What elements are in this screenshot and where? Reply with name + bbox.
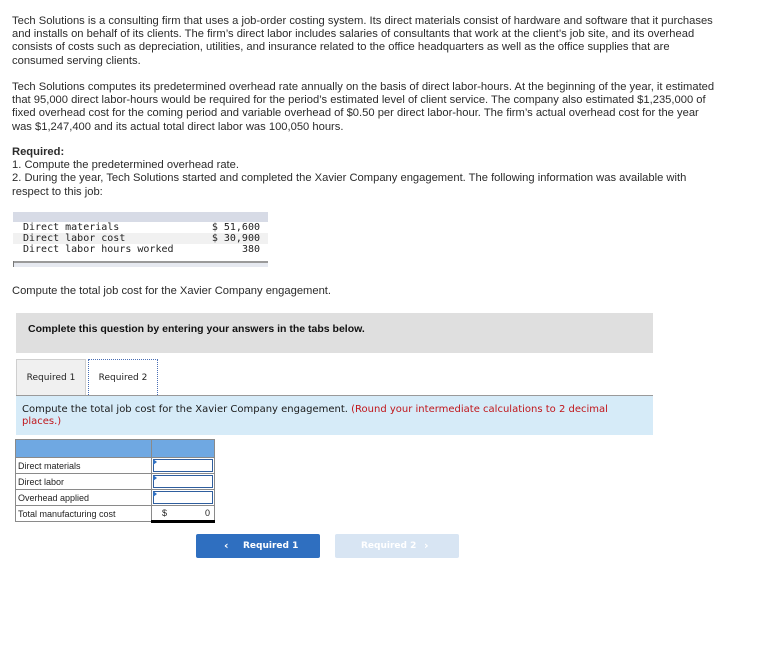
banner-text: Complete this question by entering your …	[28, 323, 365, 335]
instruction-text: Compute the total job cost for the Xavie…	[22, 404, 348, 415]
tab-label: Required 2	[98, 373, 148, 383]
given-value: 380	[241, 244, 260, 255]
given-label: Direct labor hours worked	[23, 244, 174, 255]
chevron-left-icon: ‹	[224, 539, 229, 552]
given-label: Direct labor cost	[13, 233, 197, 244]
button-label: Required 1	[243, 541, 299, 551]
row-label: Overhead applied	[15, 489, 152, 506]
direct-labor-input[interactable]	[151, 473, 215, 490]
answer-table-header	[15, 439, 215, 458]
row-label: Direct labor	[15, 473, 152, 490]
input-flag-icon	[153, 459, 157, 465]
button-label: Required 2	[361, 541, 417, 551]
total-row: Total manufacturing cost $ 0	[15, 505, 215, 523]
overhead-applied-input[interactable]	[151, 489, 215, 506]
tab-required-1[interactable]: Required 1	[16, 359, 86, 395]
total-amount: 0	[204, 508, 210, 518]
table-row: Direct materials $ 51,600	[13, 222, 268, 233]
intro-paragraph-2: Tech Solutions computes its predetermine…	[12, 81, 715, 133]
table-row: Direct labor cost $ 30,900	[13, 233, 268, 244]
prev-required-1-button[interactable]: ‹ Required 1	[196, 534, 320, 558]
required-item-2: 2. During the year, Tech Solutions start…	[12, 172, 687, 198]
table-row: Direct labor hours worked 380	[13, 244, 268, 255]
row-label: Total manufacturing cost	[15, 505, 152, 522]
tab-label: Required 1	[26, 373, 76, 383]
answer-table: Direct materials Direct labor Overhead a…	[15, 439, 215, 523]
table-row: Direct labor	[15, 473, 215, 490]
given-table-header	[13, 212, 268, 222]
input-flag-icon	[153, 491, 157, 497]
given-value: $ 30,900	[196, 233, 268, 244]
instructions-banner: Complete this question by entering your …	[16, 313, 653, 353]
given-label: Direct materials	[23, 222, 120, 233]
tab-required-2[interactable]: Required 2	[88, 359, 158, 395]
given-value: $ 51,600	[211, 222, 260, 233]
required-item-1: 1. Compute the predetermined overhead ra…	[12, 159, 239, 172]
given-table-footer	[13, 261, 268, 267]
chevron-right-icon: ›	[424, 539, 429, 552]
required-section: Required: 1. Compute the predetermined o…	[12, 146, 717, 199]
currency-symbol: $	[162, 508, 168, 518]
compute-prompt: Compute the total job cost for the Xavie…	[12, 285, 332, 297]
total-value: $ 0	[151, 505, 215, 523]
direct-materials-input[interactable]	[151, 457, 215, 474]
required-heading: Required:	[12, 146, 65, 158]
input-flag-icon	[153, 475, 157, 481]
table-row: Direct materials	[15, 457, 215, 474]
tab-instruction: Compute the total job cost for the Xavie…	[16, 395, 653, 435]
given-data-table: Direct materials $ 51,600 Direct labor c…	[13, 212, 268, 267]
next-required-2-button[interactable]: Required 2 ›	[335, 534, 459, 558]
row-label: Direct materials	[15, 457, 152, 474]
table-row: Overhead applied	[15, 489, 215, 506]
intro-paragraph-1: Tech Solutions is a consulting firm that…	[12, 15, 713, 67]
